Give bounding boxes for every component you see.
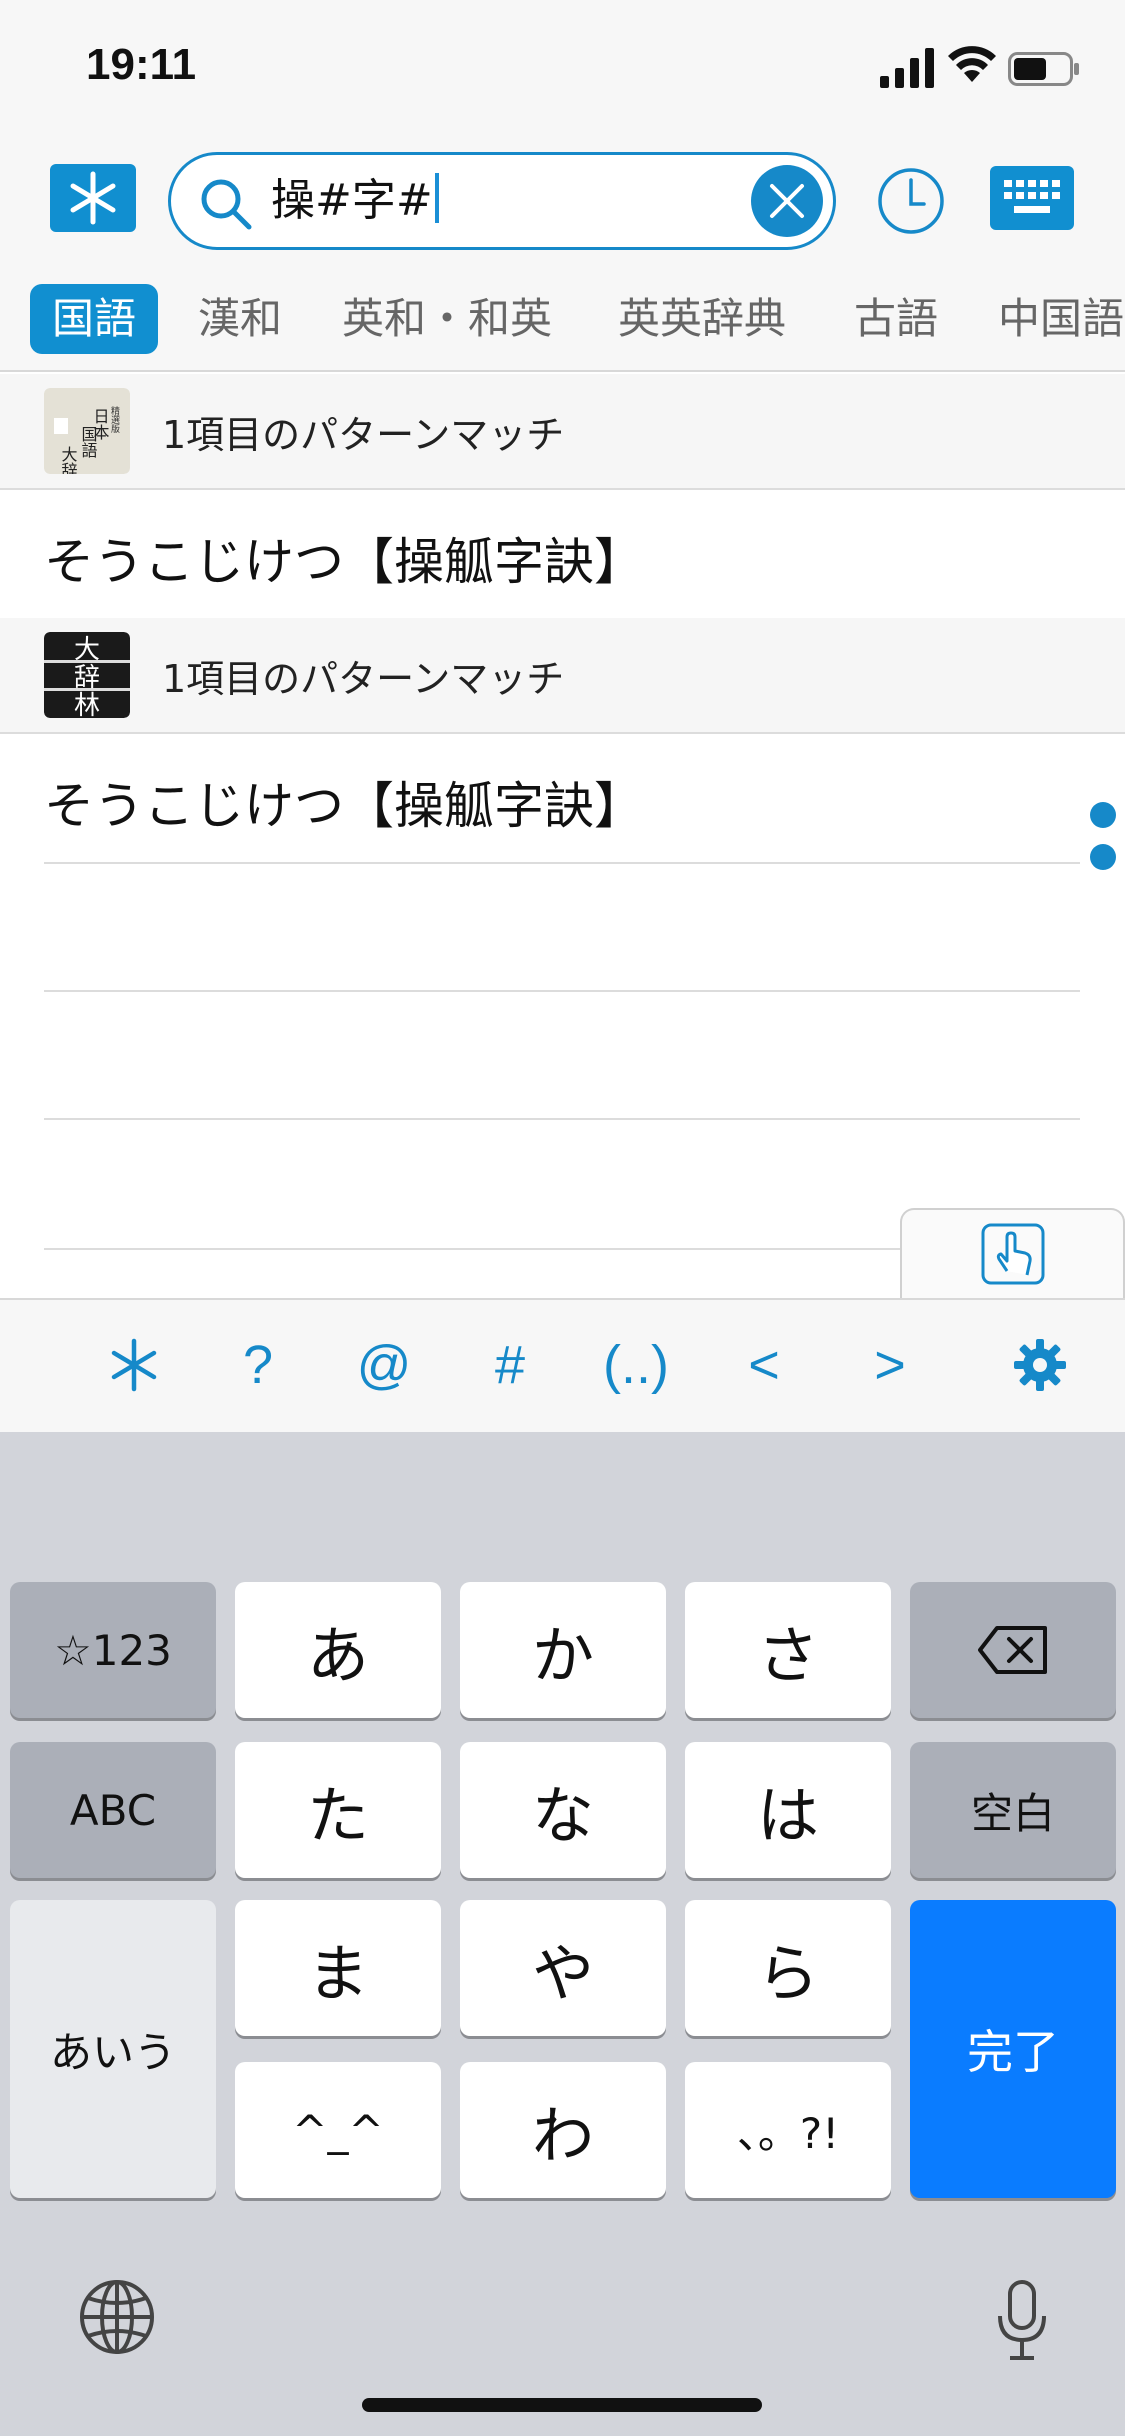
- key-a[interactable]: あ: [235, 1582, 441, 1718]
- tab-eiei[interactable]: 英英辞典: [618, 284, 786, 354]
- asterisk-icon: [70, 171, 116, 225]
- insert-at-button[interactable]: @: [334, 1330, 434, 1400]
- tab-kanwa[interactable]: 漢和: [198, 284, 282, 354]
- settings-button[interactable]: [990, 1330, 1090, 1400]
- key-emoticon[interactable]: ^_^: [235, 2062, 441, 2198]
- result-entry[interactable]: そうこじけつ【操觚字訣】: [0, 490, 1125, 620]
- history-clock-icon[interactable]: [876, 166, 946, 236]
- delete-key[interactable]: [910, 1582, 1116, 1718]
- key-ra[interactable]: ら: [685, 1900, 891, 2036]
- cursor-right-button[interactable]: >: [840, 1330, 940, 1400]
- backspace-icon: [978, 1626, 1047, 1674]
- gear-icon: [1014, 1339, 1066, 1391]
- insert-group-button[interactable]: (..): [586, 1330, 686, 1400]
- keyboard-icon: [1004, 180, 1060, 213]
- insert-question-button[interactable]: ?: [208, 1330, 308, 1400]
- result-group-header[interactable]: 大 辞 林 1項目のパターンマッチ: [0, 618, 1125, 734]
- tab-chugokugo[interactable]: 中国語: [998, 284, 1124, 354]
- keyboard-toggle-button[interactable]: [990, 166, 1074, 230]
- scroll-indicator-dot[interactable]: [1090, 844, 1116, 870]
- tab-eiwa-waei[interactable]: 英和・和英: [342, 284, 552, 354]
- pattern-match-count: 1項目のパターンマッチ: [162, 413, 565, 457]
- key-symbols-123[interactable]: ☆123: [10, 1582, 216, 1718]
- done-key[interactable]: 完了: [910, 1900, 1116, 2198]
- row-divider: [44, 1118, 1080, 1120]
- key-wa[interactable]: わ: [460, 2062, 666, 2198]
- key-ma[interactable]: ま: [235, 1900, 441, 2036]
- tab-kokugo[interactable]: 国語: [30, 284, 159, 354]
- search-input[interactable]: 操#字#: [271, 175, 433, 226]
- svg-text:大辞: 大辞: [59, 446, 78, 474]
- insert-hash-button[interactable]: #: [460, 1330, 560, 1400]
- row-divider: [44, 990, 1080, 992]
- key-ka[interactable]: か: [460, 1582, 666, 1718]
- close-icon: [770, 184, 804, 218]
- nihon-kokugo-daijiten-icon: 精選版 日本 国語 大辞: [44, 388, 130, 474]
- wifi-icon: [948, 46, 996, 82]
- search-field[interactable]: 操#字#: [168, 152, 836, 250]
- globe-icon[interactable]: [78, 2278, 156, 2356]
- clear-search-button[interactable]: [751, 165, 823, 237]
- search-header: 操#字#: [0, 140, 1125, 280]
- key-ta[interactable]: た: [235, 1742, 441, 1878]
- entry-headword: そうこじけつ【操觚字訣】: [44, 533, 644, 591]
- search-icon: [201, 179, 252, 230]
- svg-text:林: 林: [74, 691, 100, 718]
- entry-headword: そうこじけつ【操觚字訣】: [44, 777, 644, 835]
- status-bar: 19:11: [0, 0, 1125, 140]
- microphone-icon[interactable]: [992, 2280, 1052, 2362]
- key-na[interactable]: な: [460, 1742, 666, 1878]
- key-ya[interactable]: や: [460, 1900, 666, 2036]
- key-space[interactable]: 空白: [910, 1742, 1116, 1878]
- key-abc-mode[interactable]: ABC: [10, 1742, 216, 1878]
- japanese-flick-keyboard: ☆123 あ か さ ABC た な は 空白 あいう ま や ら 完了 ^_^…: [0, 1432, 1125, 2436]
- dictionary-tabs: 国語 漢和 英和・和英 英英辞典 古語 中国語: [0, 280, 1125, 372]
- result-entry[interactable]: そうこじけつ【操觚字訣】: [0, 734, 1125, 864]
- status-time: 19:11: [86, 40, 197, 89]
- touch-mode-tab[interactable]: [900, 1208, 1125, 1298]
- row-divider: [44, 862, 1080, 864]
- daijirin-icon: 大 辞 林: [44, 632, 130, 718]
- pattern-match-count: 1項目のパターンマッチ: [162, 657, 565, 701]
- cursor-left-button[interactable]: <: [714, 1330, 814, 1400]
- key-punctuation[interactable]: 、。?!: [685, 2062, 891, 2198]
- text-cursor: [434, 173, 439, 223]
- svg-text:国語: 国語: [79, 426, 98, 458]
- key-ha[interactable]: は: [685, 1742, 891, 1878]
- battery-icon: [1008, 52, 1079, 86]
- wildcard-mode-button[interactable]: [50, 164, 136, 232]
- key-kana-mode[interactable]: あいう: [10, 1900, 216, 2198]
- svg-text:辞: 辞: [74, 663, 100, 693]
- tab-kogo[interactable]: 古語: [854, 284, 938, 354]
- svg-text:精選版: 精選版: [109, 405, 120, 434]
- wildcard-toolbar: ? @ # (..) < >: [0, 1298, 1125, 1432]
- home-indicator[interactable]: [362, 2398, 762, 2412]
- scroll-indicator-dot[interactable]: [1090, 802, 1116, 828]
- result-group-header[interactable]: 精選版 日本 国語 大辞 1項目のパターンマッチ: [0, 374, 1125, 490]
- insert-asterisk-button[interactable]: [84, 1330, 184, 1400]
- svg-text:大: 大: [74, 635, 100, 665]
- cellular-signal-icon: [880, 48, 934, 88]
- tap-hand-icon: [981, 1223, 1044, 1285]
- asterisk-icon: [111, 1338, 157, 1392]
- key-sa[interactable]: さ: [685, 1582, 891, 1718]
